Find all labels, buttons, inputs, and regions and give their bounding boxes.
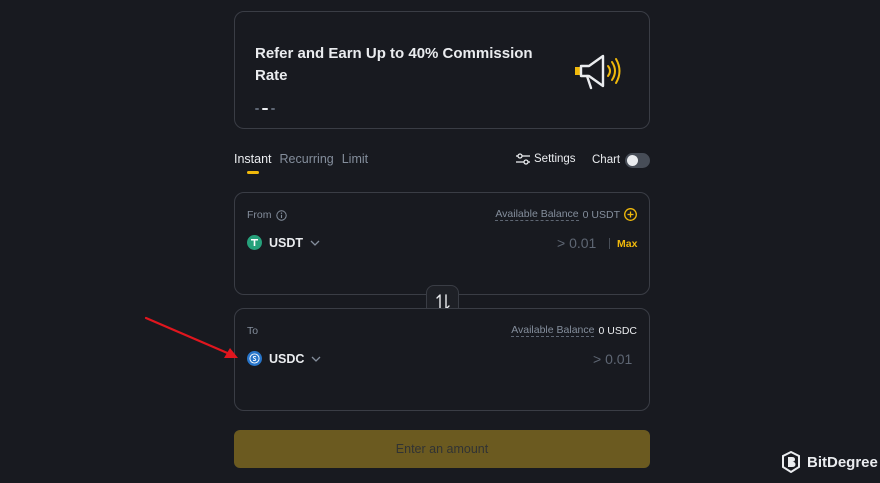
from-label-group: From [247, 209, 287, 221]
to-label: To [247, 325, 259, 337]
to-label-group: To [247, 325, 258, 337]
chart-toggle[interactable] [625, 153, 650, 168]
to-coin-label: USDC [269, 351, 305, 366]
carousel-dot[interactable] [255, 108, 259, 110]
from-coin-label: USDT [269, 235, 304, 250]
usdc-coin-icon [247, 351, 262, 366]
promo-banner[interactable]: Refer and Earn Up to 40% Commission Rate [234, 11, 650, 129]
enter-amount-label: Enter an amount [395, 442, 489, 456]
to-balance-value: 0 USDC [598, 324, 637, 337]
settings-label: Settings [534, 153, 576, 165]
trade-mode-tabs: Instant Recurring Limit [234, 152, 368, 174]
bitdegree-brand-text: BitDegree [807, 453, 878, 471]
carousel-dot[interactable] [271, 108, 275, 110]
annotation-arrow [144, 316, 238, 358]
bitdegree-watermark: BitDegree [781, 451, 878, 473]
to-balance: Available Balance 0 USDC [511, 324, 637, 337]
info-icon[interactable] [275, 209, 287, 221]
settings-button[interactable]: Settings [516, 153, 576, 165]
megaphone-icon [575, 54, 621, 90]
to-balance-label: Available Balance [511, 324, 595, 337]
banner-title: Refer and Earn Up to 40% Commission Rate [255, 45, 533, 84]
bitdegree-logo-icon [782, 451, 800, 473]
add-circle-icon[interactable] [624, 208, 637, 221]
usdt-coin-icon [247, 235, 262, 250]
from-label: From [247, 209, 272, 221]
tab-limit[interactable]: Limit [342, 152, 368, 174]
settings-sliders-icon [516, 153, 530, 165]
to-panel: To Available Balance 0 USDC USDC > 0.01 [234, 308, 650, 411]
from-balance: Available Balance 0 USDT [495, 208, 637, 221]
chart-label: Chart [592, 154, 621, 166]
carousel-dots[interactable] [255, 108, 275, 110]
from-coin-selector[interactable]: USDT [247, 235, 320, 250]
from-balance-value: 0 USDT [582, 208, 620, 221]
from-panel: From Available Balance 0 USDT USDT > 0.0… [234, 192, 650, 295]
tab-instant[interactable]: Instant [234, 152, 272, 174]
max-button[interactable]: Max [617, 238, 637, 250]
tab-recurring[interactable]: Recurring [280, 152, 334, 174]
from-amount-input[interactable]: > 0.01 [557, 235, 596, 251]
divider [609, 238, 610, 249]
from-balance-label: Available Balance [495, 208, 579, 221]
carousel-dot-active[interactable] [262, 108, 268, 110]
to-coin-selector[interactable]: USDC [247, 351, 321, 366]
toggle-knob [627, 155, 638, 166]
chevron-down-icon [310, 240, 320, 246]
enter-amount-button[interactable]: Enter an amount [234, 430, 650, 468]
to-amount-input[interactable]: > 0.01 [593, 351, 632, 367]
chevron-down-icon [311, 356, 321, 362]
